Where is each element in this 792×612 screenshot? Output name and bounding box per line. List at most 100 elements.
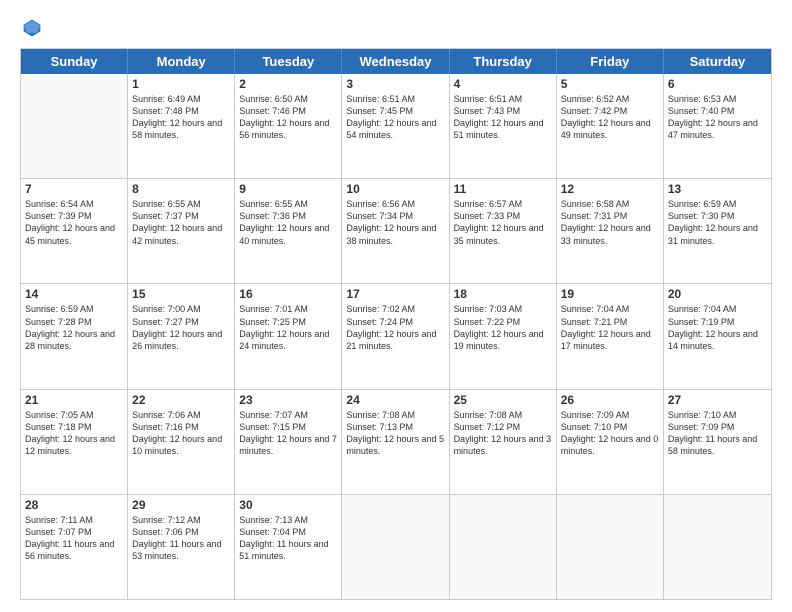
cal-cell: 21 Sunrise: 7:05 AM Sunset: 7:18 PM Dayli… [21,390,128,494]
cell-info: Sunrise: 6:58 AM Sunset: 7:31 PM Dayligh… [561,198,659,247]
day-number: 18 [454,287,552,301]
cal-cell: 12 Sunrise: 6:58 AM Sunset: 7:31 PM Dayli… [557,179,664,283]
day-number: 16 [239,287,337,301]
day-number: 17 [346,287,444,301]
day-number: 22 [132,393,230,407]
cell-info: Sunrise: 6:55 AM Sunset: 7:36 PM Dayligh… [239,198,337,247]
day-number: 30 [239,498,337,512]
cal-cell: 22 Sunrise: 7:06 AM Sunset: 7:16 PM Dayli… [128,390,235,494]
day-number: 12 [561,182,659,196]
page: SundayMondayTuesdayWednesdayThursdayFrid… [0,0,792,612]
day-number: 20 [668,287,767,301]
cell-info: Sunrise: 7:00 AM Sunset: 7:27 PM Dayligh… [132,303,230,352]
logo-icon [22,18,42,38]
cell-info: Sunrise: 6:53 AM Sunset: 7:40 PM Dayligh… [668,93,767,142]
cell-info: Sunrise: 7:02 AM Sunset: 7:24 PM Dayligh… [346,303,444,352]
cal-cell: 20 Sunrise: 7:04 AM Sunset: 7:19 PM Dayli… [664,284,771,388]
day-number: 9 [239,182,337,196]
day-number: 1 [132,77,230,91]
day-number: 6 [668,77,767,91]
cal-cell: 29 Sunrise: 7:12 AM Sunset: 7:06 PM Dayli… [128,495,235,599]
day-number: 4 [454,77,552,91]
cal-cell [21,74,128,178]
header-day-monday: Monday [128,49,235,74]
cell-info: Sunrise: 6:59 AM Sunset: 7:28 PM Dayligh… [25,303,123,352]
cell-info: Sunrise: 6:50 AM Sunset: 7:46 PM Dayligh… [239,93,337,142]
cell-info: Sunrise: 7:08 AM Sunset: 7:12 PM Dayligh… [454,409,552,458]
logo [20,20,42,38]
cal-cell: 19Sunrise: 7:04 AM Sunset: 7:21 PM Dayli… [557,284,664,388]
cal-cell: 13 Sunrise: 6:59 AM Sunset: 7:30 PM Dayli… [664,179,771,283]
header-day-thursday: Thursday [450,49,557,74]
cal-cell: 3 Sunrise: 6:51 AM Sunset: 7:45 PM Daylig… [342,74,449,178]
day-number: 15 [132,287,230,301]
day-number: 24 [346,393,444,407]
calendar-body: 1 Sunrise: 6:49 AM Sunset: 7:48 PM Daylig… [21,74,771,599]
header-day-saturday: Saturday [664,49,771,74]
cell-info: Sunrise: 7:05 AM Sunset: 7:18 PM Dayligh… [25,409,123,458]
cal-cell: 24Sunrise: 7:08 AM Sunset: 7:13 PM Dayli… [342,390,449,494]
cell-info: Sunrise: 6:57 AM Sunset: 7:33 PM Dayligh… [454,198,552,247]
cell-info: Sunrise: 6:54 AM Sunset: 7:39 PM Dayligh… [25,198,123,247]
cal-cell: 16 Sunrise: 7:01 AM Sunset: 7:25 PM Dayli… [235,284,342,388]
header-day-sunday: Sunday [21,49,128,74]
cal-cell [664,495,771,599]
cal-cell: 11 Sunrise: 6:57 AM Sunset: 7:33 PM Dayli… [450,179,557,283]
day-number: 11 [454,182,552,196]
day-number: 25 [454,393,552,407]
cell-info: Sunrise: 7:06 AM Sunset: 7:16 PM Dayligh… [132,409,230,458]
day-number: 5 [561,77,659,91]
week-row-1: 1 Sunrise: 6:49 AM Sunset: 7:48 PM Daylig… [21,74,771,179]
cell-info: Sunrise: 7:12 AM Sunset: 7:06 PM Dayligh… [132,514,230,563]
cell-info: Sunrise: 7:03 AM Sunset: 7:22 PM Dayligh… [454,303,552,352]
cal-cell: 30 Sunrise: 7:13 AM Sunset: 7:04 PM Dayli… [235,495,342,599]
day-number: 28 [25,498,123,512]
day-number: 10 [346,182,444,196]
cell-info: Sunrise: 7:13 AM Sunset: 7:04 PM Dayligh… [239,514,337,563]
day-number: 7 [25,182,123,196]
cell-info: Sunrise: 7:04 AM Sunset: 7:21 PM Dayligh… [561,303,659,352]
day-number: 2 [239,77,337,91]
cal-cell: 25 Sunrise: 7:08 AM Sunset: 7:12 PM Dayli… [450,390,557,494]
day-number: 13 [668,182,767,196]
cell-info: Sunrise: 7:09 AM Sunset: 7:10 PM Dayligh… [561,409,659,458]
cell-info: Sunrise: 7:10 AM Sunset: 7:09 PM Dayligh… [668,409,767,458]
cal-cell: 14 Sunrise: 6:59 AM Sunset: 7:28 PM Dayli… [21,284,128,388]
cal-cell [557,495,664,599]
cell-info: Sunrise: 6:51 AM Sunset: 7:45 PM Dayligh… [346,93,444,142]
cal-cell: 23 Sunrise: 7:07 AM Sunset: 7:15 PM Dayli… [235,390,342,494]
day-number: 29 [132,498,230,512]
cal-cell: 27 Sunrise: 7:10 AM Sunset: 7:09 PM Dayli… [664,390,771,494]
day-number: 8 [132,182,230,196]
cal-cell [342,495,449,599]
cal-cell: 5Sunrise: 6:52 AM Sunset: 7:42 PM Daylig… [557,74,664,178]
day-number: 21 [25,393,123,407]
header [20,16,772,38]
cell-info: Sunrise: 6:49 AM Sunset: 7:48 PM Dayligh… [132,93,230,142]
cell-info: Sunrise: 6:59 AM Sunset: 7:30 PM Dayligh… [668,198,767,247]
cell-info: Sunrise: 6:51 AM Sunset: 7:43 PM Dayligh… [454,93,552,142]
cal-cell: 4 Sunrise: 6:51 AM Sunset: 7:43 PM Daylig… [450,74,557,178]
cal-cell: 26Sunrise: 7:09 AM Sunset: 7:10 PM Dayli… [557,390,664,494]
cal-cell: 8Sunrise: 6:55 AM Sunset: 7:37 PM Daylig… [128,179,235,283]
cell-info: Sunrise: 7:07 AM Sunset: 7:15 PM Dayligh… [239,409,337,458]
week-row-5: 28Sunrise: 7:11 AM Sunset: 7:07 PM Dayli… [21,495,771,599]
header-day-wednesday: Wednesday [342,49,449,74]
cal-cell: 15 Sunrise: 7:00 AM Sunset: 7:27 PM Dayli… [128,284,235,388]
calendar-header: SundayMondayTuesdayWednesdayThursdayFrid… [21,49,771,74]
header-day-friday: Friday [557,49,664,74]
cell-info: Sunrise: 6:56 AM Sunset: 7:34 PM Dayligh… [346,198,444,247]
cal-cell: 28Sunrise: 7:11 AM Sunset: 7:07 PM Dayli… [21,495,128,599]
week-row-2: 7 Sunrise: 6:54 AM Sunset: 7:39 PM Daylig… [21,179,771,284]
cal-cell: 1 Sunrise: 6:49 AM Sunset: 7:48 PM Daylig… [128,74,235,178]
week-row-3: 14 Sunrise: 6:59 AM Sunset: 7:28 PM Dayli… [21,284,771,389]
day-number: 23 [239,393,337,407]
cell-info: Sunrise: 7:01 AM Sunset: 7:25 PM Dayligh… [239,303,337,352]
day-number: 14 [25,287,123,301]
cal-cell: 2 Sunrise: 6:50 AM Sunset: 7:46 PM Daylig… [235,74,342,178]
day-number: 3 [346,77,444,91]
cal-cell: 17 Sunrise: 7:02 AM Sunset: 7:24 PM Dayli… [342,284,449,388]
cell-info: Sunrise: 7:04 AM Sunset: 7:19 PM Dayligh… [668,303,767,352]
week-row-4: 21 Sunrise: 7:05 AM Sunset: 7:18 PM Dayli… [21,390,771,495]
day-number: 27 [668,393,767,407]
